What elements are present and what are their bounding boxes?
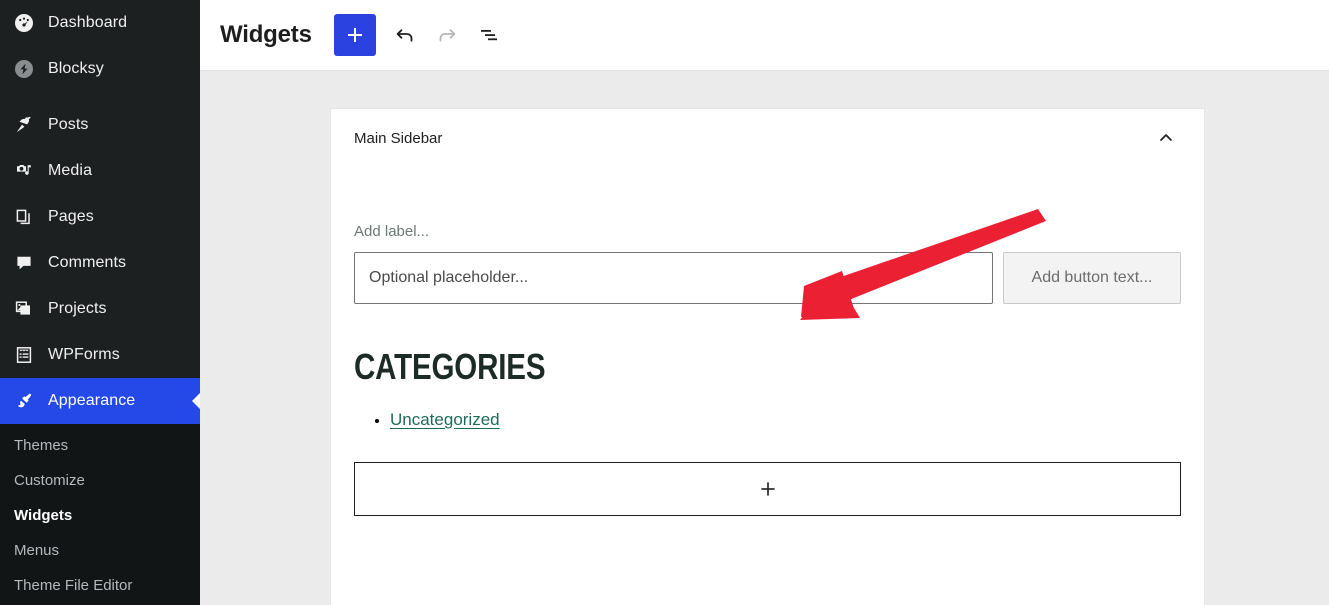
projects-icon — [10, 295, 38, 323]
sidebar-item-label: Pages — [48, 208, 94, 225]
categories-heading: Categories — [354, 346, 546, 387]
pin-icon — [10, 111, 38, 139]
dashboard-icon — [10, 9, 38, 37]
wpforms-icon — [10, 341, 38, 369]
appearance-submenu: Themes Customize Widgets Menus Theme Fil… — [0, 424, 200, 605]
widget-area-title: Main Sidebar — [354, 129, 443, 147]
undo-icon — [396, 29, 413, 42]
admin-sidebar: Dashboard Blocksy Posts Media Pages Comm… — [0, 0, 200, 605]
search-block: Add button text... — [354, 252, 1181, 304]
sidebar-item-wpforms[interactable]: WPForms — [0, 332, 200, 378]
list-item: Uncategorized — [390, 410, 1181, 430]
add-block-button[interactable] — [333, 14, 376, 56]
submenu-item-customize[interactable]: Customize — [0, 463, 200, 498]
block-appender[interactable] — [354, 462, 1181, 516]
submenu-item-menus[interactable]: Menus — [0, 533, 200, 568]
pages-icon — [10, 203, 38, 231]
sidebar-item-projects[interactable]: Projects — [0, 286, 200, 332]
editor-toolbar: Widgets — [200, 0, 1329, 71]
page-title: Widgets — [220, 21, 312, 48]
search-label-placeholder[interactable]: Add label... — [354, 223, 1181, 240]
media-icon — [10, 157, 38, 185]
comments-icon — [10, 249, 38, 277]
search-button-text[interactable]: Add button text... — [1003, 252, 1181, 304]
sidebar-item-dashboard[interactable]: Dashboard — [0, 0, 200, 46]
active-menu-caret — [192, 392, 200, 410]
sidebar-item-pages[interactable]: Pages — [0, 194, 200, 240]
sidebar-item-label: Blocksy — [48, 60, 104, 77]
sidebar-divider — [0, 92, 200, 102]
plus-icon — [760, 482, 775, 496]
sidebar-item-label: Comments — [48, 254, 127, 271]
category-link-uncategorized[interactable]: Uncategorized — [390, 410, 500, 429]
sidebar-item-blocksy[interactable]: Blocksy — [0, 46, 200, 92]
categories-list: Uncategorized — [390, 410, 1181, 430]
sidebar-item-appearance[interactable]: Appearance — [0, 378, 200, 424]
sidebar-item-label: Appearance — [48, 392, 136, 409]
redo-button[interactable] — [426, 14, 468, 56]
sidebar-item-label: Dashboard — [48, 14, 128, 31]
collapse-panel-button[interactable] — [1152, 124, 1180, 152]
submenu-item-themes[interactable]: Themes — [0, 428, 200, 463]
search-input[interactable] — [354, 252, 993, 304]
plus-icon — [347, 28, 362, 42]
sidebar-item-comments[interactable]: Comments — [0, 240, 200, 286]
wordpress-admin-screen: Dashboard Blocksy Posts Media Pages Comm… — [0, 0, 1329, 605]
main-area: Widgets Main Sidebar Add label... Option… — [200, 0, 1329, 605]
sidebar-item-media[interactable]: Media — [0, 148, 200, 194]
redo-icon — [439, 29, 456, 42]
appearance-brush-icon — [10, 387, 38, 415]
widget-area-panel: Main Sidebar Add label... Add button tex… — [330, 108, 1205, 605]
undo-button[interactable] — [384, 14, 426, 56]
panel-header: Main Sidebar — [331, 109, 1204, 167]
submenu-item-theme-file-editor[interactable]: Theme File Editor — [0, 568, 200, 603]
sidebar-item-label: Posts — [48, 116, 89, 133]
sidebar-item-label: Media — [48, 162, 93, 179]
blocksy-icon — [10, 55, 38, 83]
sidebar-item-label: Projects — [48, 300, 107, 317]
sidebar-item-posts[interactable]: Posts — [0, 102, 200, 148]
submenu-item-widgets[interactable]: Widgets — [0, 498, 200, 533]
list-view-icon — [480, 30, 497, 41]
panel-body: Add label... Add button text... Categori… — [331, 223, 1204, 516]
sidebar-item-label: WPForms — [48, 346, 120, 363]
list-view-button[interactable] — [468, 14, 510, 56]
chevron-up-icon — [1160, 134, 1172, 141]
